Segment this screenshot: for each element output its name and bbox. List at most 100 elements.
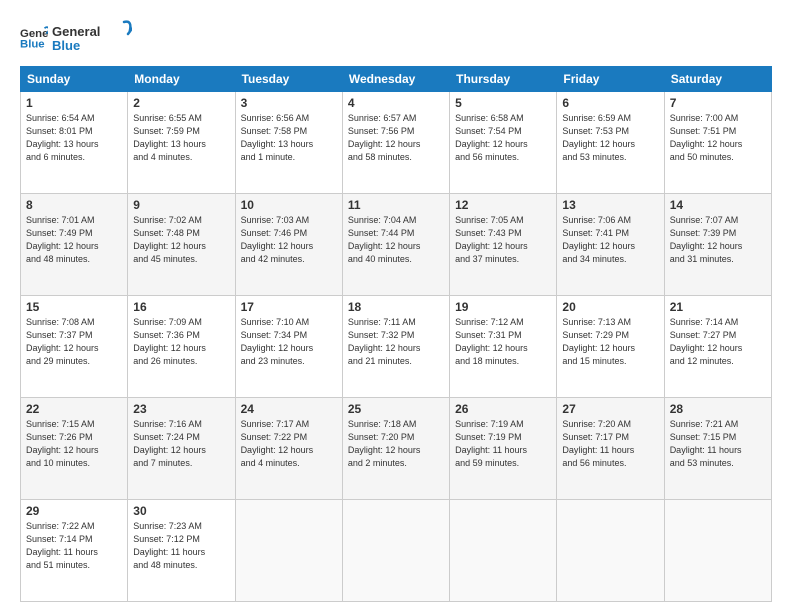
svg-text:General: General <box>52 24 100 39</box>
day-info: Sunrise: 7:05 AM Sunset: 7:43 PM Dayligh… <box>455 214 551 266</box>
calendar-cell: 23 Sunrise: 7:16 AM Sunset: 7:24 PM Dayli… <box>128 398 235 500</box>
logo: General Blue General Blue <box>20 18 132 56</box>
calendar-cell: 7Sunrise: 7:00 AM Sunset: 7:51 PM Daylig… <box>664 92 771 194</box>
calendar-table: SundayMondayTuesdayWednesdayThursdayFrid… <box>20 66 772 602</box>
day-info: Sunrise: 6:55 AM Sunset: 7:59 PM Dayligh… <box>133 112 229 164</box>
calendar-cell <box>235 500 342 602</box>
calendar-cell: 16 Sunrise: 7:09 AM Sunset: 7:36 PM Dayli… <box>128 296 235 398</box>
day-info: Sunrise: 7:18 AM Sunset: 7:20 PM Dayligh… <box>348 418 444 470</box>
calendar-cell: 10Sunrise: 7:03 AM Sunset: 7:46 PM Dayli… <box>235 194 342 296</box>
day-number: 7 <box>670 96 766 110</box>
weekday-header-tuesday: Tuesday <box>235 67 342 92</box>
day-info: Sunrise: 7:20 AM Sunset: 7:17 PM Dayligh… <box>562 418 658 470</box>
day-number: 16 <box>133 300 229 314</box>
calendar-cell <box>557 500 664 602</box>
header: General Blue General Blue <box>20 18 772 56</box>
day-number: 24 <box>241 402 337 416</box>
day-info: Sunrise: 7:23 AM Sunset: 7:12 PM Dayligh… <box>133 520 229 572</box>
day-number: 17 <box>241 300 337 314</box>
day-info: Sunrise: 6:56 AM Sunset: 7:58 PM Dayligh… <box>241 112 337 164</box>
day-number: 19 <box>455 300 551 314</box>
calendar-week-4: 22 Sunrise: 7:15 AM Sunset: 7:26 PM Dayli… <box>21 398 772 500</box>
day-number: 30 <box>133 504 229 518</box>
day-info: Sunrise: 6:59 AM Sunset: 7:53 PM Dayligh… <box>562 112 658 164</box>
day-info: Sunrise: 7:16 AM Sunset: 7:24 PM Dayligh… <box>133 418 229 470</box>
day-info: Sunrise: 6:57 AM Sunset: 7:56 PM Dayligh… <box>348 112 444 164</box>
day-info: Sunrise: 7:14 AM Sunset: 7:27 PM Dayligh… <box>670 316 766 368</box>
day-number: 9 <box>133 198 229 212</box>
day-info: Sunrise: 7:12 AM Sunset: 7:31 PM Dayligh… <box>455 316 551 368</box>
day-number: 18 <box>348 300 444 314</box>
weekday-header-thursday: Thursday <box>450 67 557 92</box>
svg-text:Blue: Blue <box>52 38 80 53</box>
day-number: 23 <box>133 402 229 416</box>
day-info: Sunrise: 7:01 AM Sunset: 7:49 PM Dayligh… <box>26 214 122 266</box>
page: General Blue General Blue SundayMondayTu… <box>0 0 792 612</box>
weekday-header-sunday: Sunday <box>21 67 128 92</box>
calendar-cell: 24Sunrise: 7:17 AM Sunset: 7:22 PM Dayli… <box>235 398 342 500</box>
day-info: Sunrise: 7:13 AM Sunset: 7:29 PM Dayligh… <box>562 316 658 368</box>
day-number: 22 <box>26 402 122 416</box>
calendar-cell: 9 Sunrise: 7:02 AM Sunset: 7:48 PM Daylig… <box>128 194 235 296</box>
calendar-cell: 27Sunrise: 7:20 AM Sunset: 7:17 PM Dayli… <box>557 398 664 500</box>
calendar-cell: 14Sunrise: 7:07 AM Sunset: 7:39 PM Dayli… <box>664 194 771 296</box>
calendar-cell <box>342 500 449 602</box>
calendar-cell: 25Sunrise: 7:18 AM Sunset: 7:20 PM Dayli… <box>342 398 449 500</box>
day-info: Sunrise: 7:10 AM Sunset: 7:34 PM Dayligh… <box>241 316 337 368</box>
calendar-cell: 12 Sunrise: 7:05 AM Sunset: 7:43 PM Dayli… <box>450 194 557 296</box>
logo-icon: General Blue <box>20 23 48 51</box>
calendar-week-5: 29 Sunrise: 7:22 AM Sunset: 7:14 PM Dayli… <box>21 500 772 602</box>
svg-text:Blue: Blue <box>20 39 45 51</box>
calendar-cell: 8 Sunrise: 7:01 AM Sunset: 7:49 PM Daylig… <box>21 194 128 296</box>
calendar-cell: 19 Sunrise: 7:12 AM Sunset: 7:31 PM Dayli… <box>450 296 557 398</box>
day-number: 11 <box>348 198 444 212</box>
day-number: 29 <box>26 504 122 518</box>
calendar-cell: 4Sunrise: 6:57 AM Sunset: 7:56 PM Daylig… <box>342 92 449 194</box>
day-info: Sunrise: 7:15 AM Sunset: 7:26 PM Dayligh… <box>26 418 122 470</box>
calendar-header-row: SundayMondayTuesdayWednesdayThursdayFrid… <box>21 67 772 92</box>
day-info: Sunrise: 7:04 AM Sunset: 7:44 PM Dayligh… <box>348 214 444 266</box>
day-number: 10 <box>241 198 337 212</box>
day-info: Sunrise: 7:22 AM Sunset: 7:14 PM Dayligh… <box>26 520 122 572</box>
calendar-cell: 28Sunrise: 7:21 AM Sunset: 7:15 PM Dayli… <box>664 398 771 500</box>
calendar-cell: 3 Sunrise: 6:56 AM Sunset: 7:58 PM Daylig… <box>235 92 342 194</box>
day-number: 2 <box>133 96 229 110</box>
general-blue-logo: General Blue <box>52 20 132 56</box>
calendar-cell: 11 Sunrise: 7:04 AM Sunset: 7:44 PM Dayli… <box>342 194 449 296</box>
calendar-cell: 1 Sunrise: 6:54 AM Sunset: 8:01 PM Daylig… <box>21 92 128 194</box>
day-number: 20 <box>562 300 658 314</box>
calendar-cell: 6 Sunrise: 6:59 AM Sunset: 7:53 PM Daylig… <box>557 92 664 194</box>
calendar-cell <box>664 500 771 602</box>
day-number: 5 <box>455 96 551 110</box>
calendar-cell: 30 Sunrise: 7:23 AM Sunset: 7:12 PM Dayli… <box>128 500 235 602</box>
day-info: Sunrise: 7:06 AM Sunset: 7:41 PM Dayligh… <box>562 214 658 266</box>
day-number: 3 <box>241 96 337 110</box>
day-info: Sunrise: 6:58 AM Sunset: 7:54 PM Dayligh… <box>455 112 551 164</box>
calendar-week-3: 15Sunrise: 7:08 AM Sunset: 7:37 PM Dayli… <box>21 296 772 398</box>
weekday-header-monday: Monday <box>128 67 235 92</box>
day-number: 13 <box>562 198 658 212</box>
calendar-cell: 2 Sunrise: 6:55 AM Sunset: 7:59 PM Daylig… <box>128 92 235 194</box>
calendar-cell: 18 Sunrise: 7:11 AM Sunset: 7:32 PM Dayli… <box>342 296 449 398</box>
day-number: 8 <box>26 198 122 212</box>
day-info: Sunrise: 7:21 AM Sunset: 7:15 PM Dayligh… <box>670 418 766 470</box>
day-number: 21 <box>670 300 766 314</box>
calendar-cell: 17 Sunrise: 7:10 AM Sunset: 7:34 PM Dayli… <box>235 296 342 398</box>
day-info: Sunrise: 7:08 AM Sunset: 7:37 PM Dayligh… <box>26 316 122 368</box>
day-info: Sunrise: 7:02 AM Sunset: 7:48 PM Dayligh… <box>133 214 229 266</box>
calendar-body: 1 Sunrise: 6:54 AM Sunset: 8:01 PM Daylig… <box>21 92 772 602</box>
day-info: Sunrise: 7:11 AM Sunset: 7:32 PM Dayligh… <box>348 316 444 368</box>
calendar-cell: 13 Sunrise: 7:06 AM Sunset: 7:41 PM Dayli… <box>557 194 664 296</box>
day-number: 14 <box>670 198 766 212</box>
calendar-cell <box>450 500 557 602</box>
day-number: 1 <box>26 96 122 110</box>
day-number: 6 <box>562 96 658 110</box>
calendar-week-1: 1 Sunrise: 6:54 AM Sunset: 8:01 PM Daylig… <box>21 92 772 194</box>
day-info: Sunrise: 6:54 AM Sunset: 8:01 PM Dayligh… <box>26 112 122 164</box>
day-info: Sunrise: 7:19 AM Sunset: 7:19 PM Dayligh… <box>455 418 551 470</box>
day-info: Sunrise: 7:09 AM Sunset: 7:36 PM Dayligh… <box>133 316 229 368</box>
day-number: 26 <box>455 402 551 416</box>
weekday-header-saturday: Saturday <box>664 67 771 92</box>
calendar-cell: 22 Sunrise: 7:15 AM Sunset: 7:26 PM Dayli… <box>21 398 128 500</box>
day-number: 12 <box>455 198 551 212</box>
